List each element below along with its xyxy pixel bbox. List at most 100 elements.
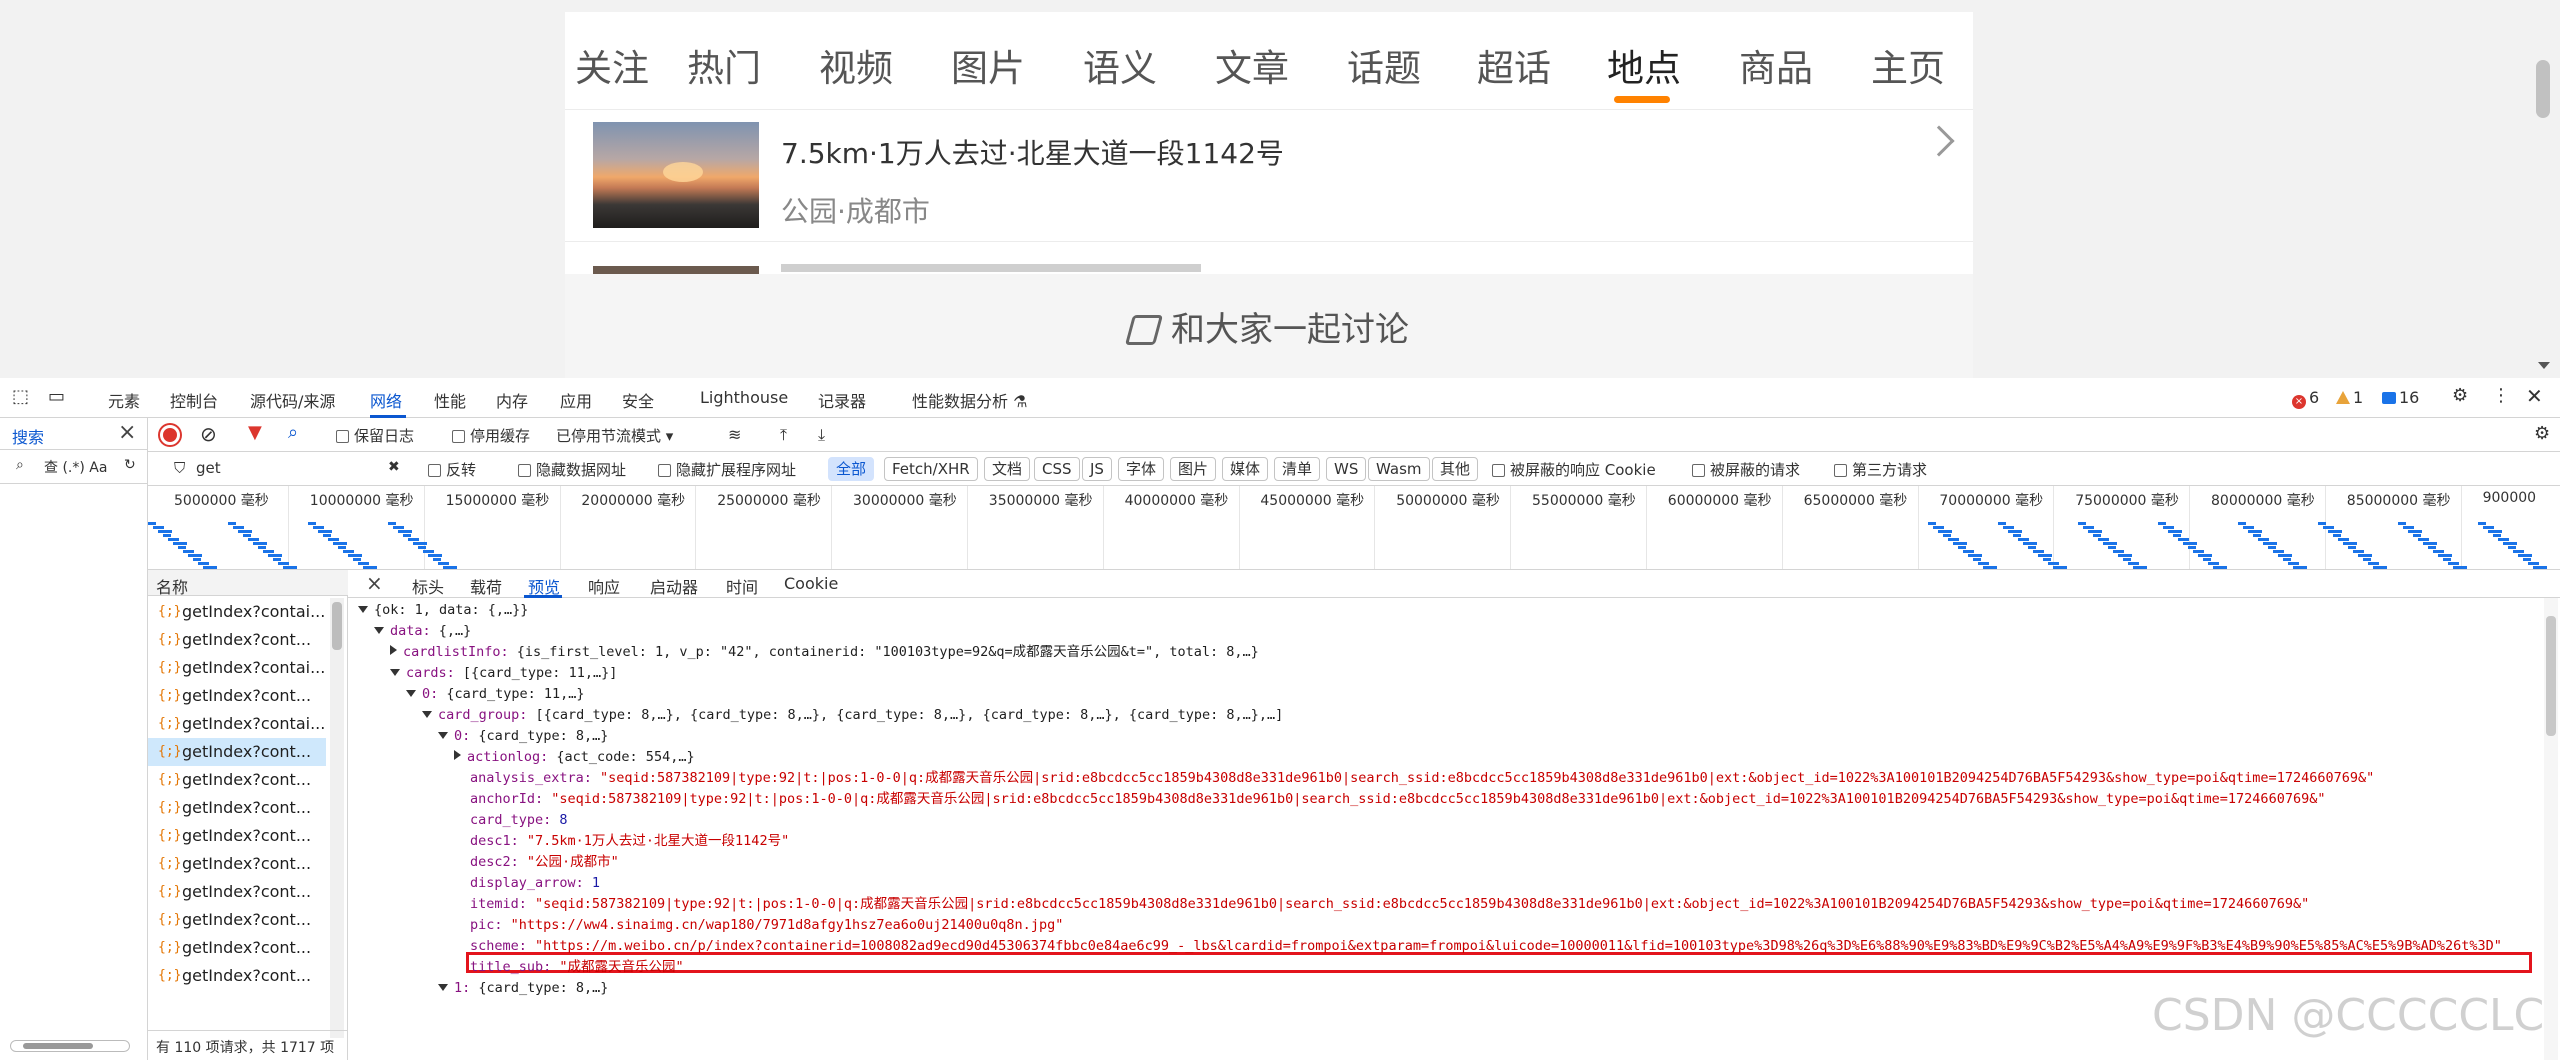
search-horizontal-scrollbar[interactable] — [10, 1040, 130, 1052]
tab-performance-insights[interactable]: 性能数据分析 ⚗ — [912, 388, 1027, 412]
request-list-scrollbar[interactable] — [330, 598, 344, 1038]
request-row[interactable]: {;} getIndex?cont... — [148, 626, 326, 654]
collapsed-triangle-icon[interactable] — [454, 750, 461, 760]
detail-tab-headers[interactable]: 标头 — [412, 574, 444, 598]
tab-memory[interactable]: 内存 — [496, 388, 528, 412]
request-row[interactable]: {;} getIndex?cont... — [148, 850, 326, 878]
json-tree-line[interactable]: actionlog: {act_code: 554,…} — [454, 747, 695, 768]
request-row[interactable]: {;} getIndex?contai... — [148, 710, 326, 738]
tab-follow-partial[interactable]: 关注 — [575, 38, 649, 92]
clear-filter-icon[interactable]: ✖ — [388, 459, 400, 475]
tab-super-topics[interactable]: 超话 — [1477, 38, 1551, 92]
tab-places[interactable]: 地点 — [1607, 38, 1681, 92]
request-row[interactable]: {;} getIndex?cont... — [148, 962, 326, 990]
collapsed-triangle-icon[interactable] — [390, 645, 397, 655]
json-tree-line[interactable]: 0: {card_type: 11,…} — [406, 684, 585, 705]
detail-tab-initiator[interactable]: 启动器 — [650, 574, 698, 598]
discuss-bar[interactable]: 和大家一起讨论 — [565, 274, 1973, 378]
tab-sources[interactable]: 源代码/来源 — [250, 388, 335, 412]
search-options[interactable]: 查 (.*) Aa — [44, 457, 107, 477]
request-row[interactable]: {;} getIndex?cont... — [148, 794, 326, 822]
tab-security[interactable]: 安全 — [622, 388, 654, 412]
json-tree-line[interactable]: data: {,…} — [374, 621, 471, 642]
filter-chip-manifest[interactable]: 清单 — [1274, 457, 1321, 481]
hide-data-urls-checkbox[interactable]: 隐藏数据网址 — [518, 459, 626, 480]
detail-tab-timing[interactable]: 时间 — [726, 574, 758, 598]
expanded-triangle-icon[interactable] — [438, 732, 448, 739]
expanded-triangle-icon[interactable] — [406, 690, 416, 697]
network-overview-timeline[interactable]: 5000000 毫秒 10000000 毫秒 15000000 毫秒 20000000… — [148, 486, 2560, 570]
stop-recording-icon[interactable] — [160, 425, 180, 445]
detail-tab-response[interactable]: 响应 — [588, 574, 620, 598]
tab-hot[interactable]: 热门 — [687, 38, 761, 92]
search-drawer-title[interactable]: 搜索 — [12, 424, 44, 448]
request-row[interactable]: {;} getIndex?contai... — [148, 654, 326, 682]
filter-chip-all[interactable]: 全部 — [828, 457, 875, 481]
page-scrollbar-thumb[interactable] — [2536, 60, 2550, 118]
expanded-triangle-icon[interactable] — [374, 627, 384, 634]
network-settings-gear-icon[interactable]: ⚙ — [2534, 423, 2550, 444]
request-row[interactable]: {;} getIndex?cont... — [148, 738, 326, 766]
json-tree-line[interactable]: cardlistInfo: {is_first_level: 1, v_p: "… — [390, 642, 1259, 663]
tab-homepage[interactable]: 主页 — [1871, 38, 1945, 92]
warnings-badge[interactable]: 1 — [2336, 388, 2363, 407]
refresh-icon[interactable]: ↻ — [124, 457, 136, 473]
detail-tab-payload[interactable]: 载荷 — [470, 574, 502, 598]
close-search-icon[interactable]: × — [118, 420, 136, 445]
messages-badge[interactable]: 16 — [2382, 388, 2419, 407]
expanded-triangle-icon[interactable] — [438, 984, 448, 991]
tab-performance[interactable]: 性能 — [434, 388, 466, 412]
tab-products[interactable]: 商品 — [1739, 38, 1813, 92]
filter-input[interactable]: get — [196, 459, 221, 477]
tab-elements[interactable]: 元素 — [108, 388, 140, 412]
request-row[interactable]: {;} getIndex?cont... — [148, 682, 326, 710]
network-conditions-icon[interactable]: ≋ — [728, 425, 741, 444]
tab-articles[interactable]: 文章 — [1215, 38, 1289, 92]
filter-chip-img[interactable]: 图片 — [1170, 457, 1217, 481]
tab-semantic[interactable]: 语义 — [1083, 38, 1157, 92]
throttling-select[interactable]: 已停用节流模式 ▾ — [556, 425, 673, 446]
device-toolbar-icon[interactable]: ▭ — [48, 386, 65, 407]
hide-extension-urls-checkbox[interactable]: 隐藏扩展程序网址 — [658, 459, 796, 480]
request-row[interactable]: {;} getIndex?cont... — [148, 906, 326, 934]
settings-gear-icon[interactable]: ⚙ — [2452, 385, 2468, 406]
blocked-requests-checkbox[interactable]: 被屏蔽的请求 — [1692, 459, 1800, 480]
detail-scrollbar[interactable] — [2544, 598, 2558, 1060]
name-column-header[interactable]: 名称 — [148, 570, 348, 597]
export-har-icon[interactable]: ⤓ — [818, 425, 825, 445]
request-row[interactable]: {;} getIndex?cont... — [148, 766, 326, 794]
detail-tab-cookies[interactable]: Cookie — [784, 574, 838, 593]
filter-chip-doc[interactable]: 文档 — [984, 457, 1031, 481]
third-party-checkbox[interactable]: 第三方请求 — [1834, 459, 1927, 480]
preserve-log-checkbox[interactable]: 保留日志 — [336, 425, 414, 446]
json-tree-line[interactable]: 0: {card_type: 8,…} — [438, 726, 608, 747]
expanded-triangle-icon[interactable] — [358, 606, 368, 613]
invert-checkbox[interactable]: 反转 — [428, 459, 476, 480]
tab-lighthouse[interactable]: Lighthouse — [700, 388, 788, 407]
json-tree-line[interactable]: card_group: [{card_type: 8,…}, {card_typ… — [422, 705, 1283, 726]
import-har-icon[interactable]: ⤒ — [780, 425, 787, 445]
json-tree-line[interactable]: cards: [{card_type: 11,…}] — [390, 663, 617, 684]
filter-chip-wasm[interactable]: Wasm — [1368, 457, 1430, 481]
tab-network[interactable]: 网络 — [370, 388, 402, 412]
tab-application[interactable]: 应用 — [560, 388, 592, 412]
filter-chip-ws[interactable]: WS — [1326, 457, 1367, 481]
scroll-down-arrow-icon[interactable] — [2538, 362, 2550, 369]
more-options-icon[interactable]: ⋮ — [2492, 385, 2510, 406]
json-tree-line[interactable]: {ok: 1, data: {,…}} — [358, 600, 528, 621]
filter-chip-js[interactable]: JS — [1082, 457, 1112, 481]
tab-recorder[interactable]: 记录器 — [818, 388, 866, 412]
request-row[interactable]: {;} getIndex?cont... — [148, 934, 326, 962]
blocked-cookies-checkbox[interactable]: 被屏蔽的响应 Cookie — [1492, 459, 1656, 480]
close-detail-icon[interactable]: × — [366, 571, 383, 595]
tab-images[interactable]: 图片 — [951, 38, 1025, 92]
disable-cache-checkbox[interactable]: 停用缓存 — [452, 425, 530, 446]
clear-icon[interactable]: ⊘ — [200, 422, 217, 446]
filter-chip-other[interactable]: 其他 — [1432, 457, 1479, 481]
errors-badge[interactable]: × 6 — [2292, 388, 2319, 409]
chevron-right-icon[interactable] — [1923, 125, 1955, 157]
search-network-icon[interactable]: ⌕ — [288, 422, 298, 443]
filter-chip-css[interactable]: CSS — [1034, 457, 1080, 481]
request-row[interactable]: {;} getIndex?cont... — [148, 822, 326, 850]
tab-video[interactable]: 视频 — [819, 38, 893, 92]
